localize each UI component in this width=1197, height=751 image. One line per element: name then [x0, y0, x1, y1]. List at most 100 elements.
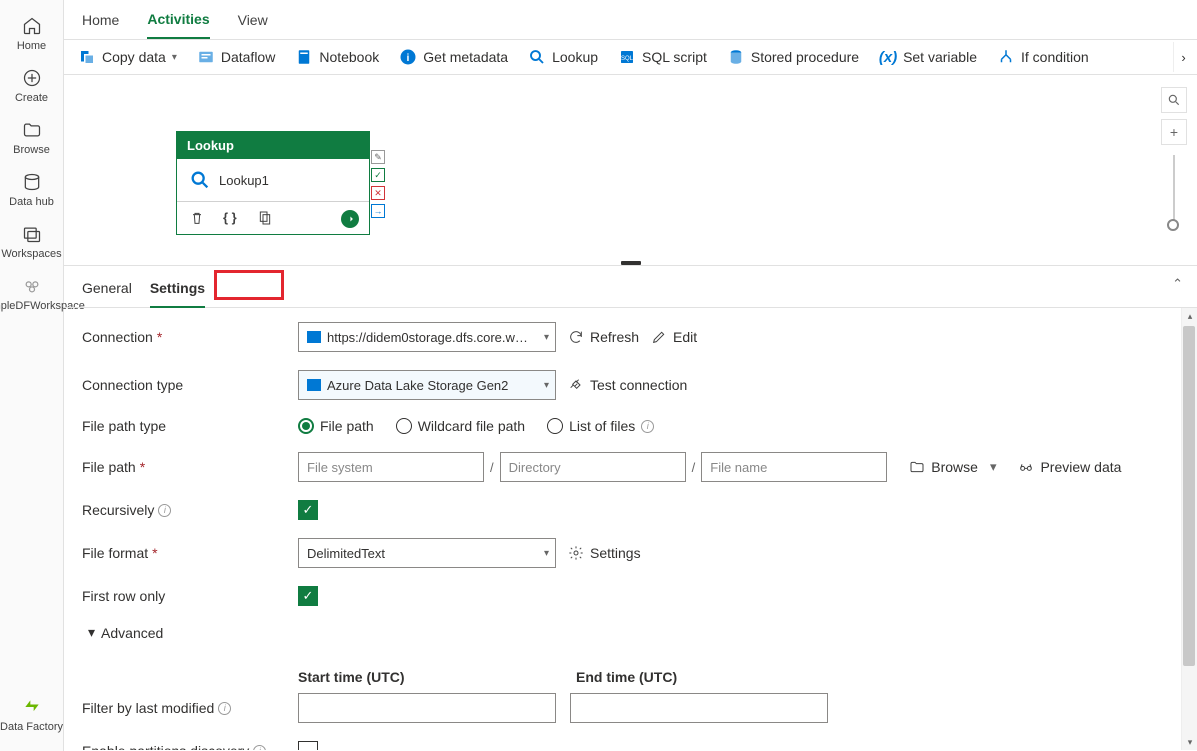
- enable-partitions-checkbox[interactable]: [298, 741, 318, 750]
- info-icon[interactable]: i: [641, 420, 654, 433]
- activity-node-body: Lookup1: [177, 159, 369, 201]
- file-format-select[interactable]: DelimitedText ▾: [298, 538, 556, 568]
- rail-datahub[interactable]: Data hub: [0, 164, 63, 216]
- rail-create[interactable]: Create: [0, 60, 63, 112]
- storage-icon: [307, 379, 321, 391]
- detail-tab-settings[interactable]: Settings: [150, 274, 205, 308]
- browse-dropdown[interactable]: ▾: [990, 459, 997, 475]
- top-tabs: Home Activities View: [64, 0, 1197, 40]
- code-icon[interactable]: { }: [223, 210, 239, 226]
- copy-data-icon: [78, 48, 96, 66]
- file-system-input[interactable]: [298, 452, 484, 482]
- rail-browse[interactable]: Browse: [0, 112, 63, 164]
- detail-tab-general[interactable]: General: [82, 274, 132, 307]
- connection-select[interactable]: https://didem0storage.dfs.core.w… ▾: [298, 322, 556, 352]
- toolbar-dataflow-label: Dataflow: [221, 49, 275, 65]
- file-path-inputs: / /: [298, 452, 887, 482]
- first-row-only-label: First row only: [82, 588, 298, 604]
- zoom-handle[interactable]: [1167, 219, 1179, 231]
- rail-browse-label: Browse: [13, 144, 50, 156]
- start-time-input[interactable]: [298, 693, 556, 723]
- radio-wildcard-label: Wildcard file path: [418, 418, 525, 434]
- delete-icon[interactable]: [189, 210, 205, 226]
- toolbar-get-metadata-label: Get metadata: [423, 49, 508, 65]
- activity-node-lookup[interactable]: Lookup Lookup1 { } ✎ ✓ ✕ →: [176, 131, 370, 235]
- port-pencil[interactable]: ✎: [371, 150, 385, 164]
- format-settings-button[interactable]: Settings: [568, 545, 641, 561]
- rail-create-label: Create: [15, 92, 48, 104]
- toolbar-stored-procedure-label: Stored procedure: [751, 49, 859, 65]
- preview-data-button[interactable]: Preview data: [1018, 459, 1121, 475]
- tab-activities[interactable]: Activities: [147, 1, 209, 39]
- preview-data-label: Preview data: [1040, 459, 1121, 475]
- rail-workspaces[interactable]: Workspaces: [0, 216, 63, 268]
- recursively-checkbox[interactable]: ✓: [298, 500, 318, 520]
- chevron-right-icon: ›: [1181, 50, 1185, 65]
- toolbar-sql-script[interactable]: SQL SQL script: [618, 48, 707, 66]
- first-row-only-checkbox[interactable]: ✓: [298, 586, 318, 606]
- refresh-button[interactable]: Refresh: [568, 329, 639, 345]
- settings-form: Connection* https://didem0storage.dfs.co…: [64, 308, 1197, 750]
- variable-icon: (x): [879, 48, 897, 66]
- toolbar-sql-label: SQL script: [642, 49, 707, 65]
- directory-input[interactable]: [500, 452, 686, 482]
- toolbar-notebook-label: Notebook: [319, 49, 379, 65]
- scrollbar-thumb[interactable]: [1183, 326, 1195, 666]
- toolbar-notebook[interactable]: Notebook: [295, 48, 379, 66]
- toolbar-stored-procedure[interactable]: Stored procedure: [727, 48, 859, 66]
- chevron-up-icon: ⌃: [1172, 276, 1183, 291]
- port-failure[interactable]: ✕: [371, 186, 385, 200]
- storage-icon: [307, 331, 321, 343]
- rail-sample-workspace[interactable]: SampleDFWorkspace: [0, 268, 63, 320]
- canvas-zoom-in-button[interactable]: +: [1161, 119, 1187, 145]
- toolbar-scroll-right[interactable]: ›: [1173, 42, 1193, 72]
- info-icon[interactable]: i: [253, 745, 266, 751]
- edit-button[interactable]: Edit: [651, 329, 697, 345]
- test-connection-button[interactable]: Test connection: [568, 377, 687, 393]
- toolbar-lookup[interactable]: Lookup: [528, 48, 598, 66]
- port-success[interactable]: ✓: [371, 168, 385, 182]
- radio-list-files-label: List of files: [569, 418, 635, 434]
- rail-workspaces-label: Workspaces: [1, 248, 61, 260]
- highlight-annotation: [214, 270, 284, 300]
- zoom-slider[interactable]: [1173, 155, 1175, 225]
- pipeline-canvas[interactable]: Lookup Lookup1 { } ✎ ✓ ✕ →: [64, 75, 1197, 265]
- rail-home[interactable]: Home: [0, 8, 63, 60]
- run-icon[interactable]: [341, 210, 359, 228]
- radio-wildcard[interactable]: Wildcard file path: [396, 418, 525, 434]
- collapse-pane-button[interactable]: ⌃: [1172, 276, 1183, 292]
- advanced-label: Advanced: [101, 625, 163, 641]
- tab-view[interactable]: View: [238, 2, 268, 38]
- end-time-input[interactable]: [570, 693, 828, 723]
- canvas-search-button[interactable]: [1161, 87, 1187, 113]
- port-completion[interactable]: →: [371, 204, 385, 218]
- file-name-input[interactable]: [701, 452, 887, 482]
- scroll-down-icon[interactable]: ▾: [1182, 734, 1197, 750]
- toolbar-copy-data[interactable]: Copy data ▾: [78, 48, 177, 66]
- connection-type-select[interactable]: Azure Data Lake Storage Gen2 ▾: [298, 370, 556, 400]
- radio-file-path[interactable]: File path: [298, 418, 374, 434]
- start-time-header: Start time (UTC): [298, 669, 562, 685]
- toolbar-if-condition[interactable]: If condition: [997, 48, 1089, 66]
- vertical-scrollbar[interactable]: ▴ ▾: [1181, 308, 1197, 750]
- copy-icon[interactable]: [257, 210, 273, 226]
- tab-home[interactable]: Home: [82, 2, 119, 38]
- file-path-type-label: File path type: [82, 418, 298, 434]
- browse-button[interactable]: Browse: [909, 459, 978, 475]
- toolbar-dataflow[interactable]: Dataflow: [197, 48, 275, 66]
- toolbar-get-metadata[interactable]: i Get metadata: [399, 48, 508, 66]
- plus-circle-icon: [22, 68, 42, 88]
- info-icon[interactable]: i: [218, 702, 231, 715]
- svg-text:SQL: SQL: [621, 56, 634, 62]
- connection-type-label: Connection type: [82, 377, 298, 393]
- info-icon[interactable]: i: [158, 504, 171, 517]
- radio-list-files[interactable]: List of files i: [547, 418, 654, 434]
- recursively-label: Recursively i: [82, 502, 298, 518]
- rail-datahub-label: Data hub: [9, 196, 54, 208]
- activity-node-footer: { }: [177, 201, 369, 234]
- toolbar-set-variable[interactable]: (x) Set variable: [879, 48, 977, 66]
- scroll-up-icon[interactable]: ▴: [1182, 308, 1197, 324]
- advanced-toggle[interactable]: ▾ Advanced: [88, 624, 163, 641]
- chevron-down-icon: ▾: [172, 52, 177, 63]
- rail-datafactory[interactable]: Data Factory: [0, 689, 63, 741]
